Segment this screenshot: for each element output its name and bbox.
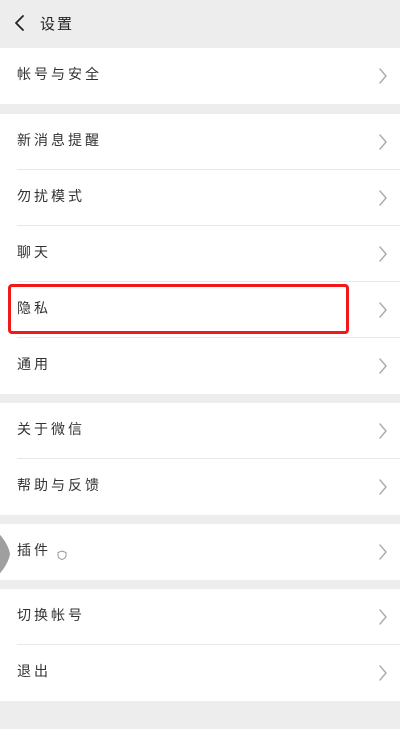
settings-item-label: 新消息提醒 xyxy=(17,133,102,149)
settings-item-logout[interactable]: 退出 xyxy=(0,645,400,701)
chevron-right-icon xyxy=(378,664,388,682)
settings-item-chat[interactable]: 聊天 xyxy=(0,226,400,282)
settings-item-do-not-disturb[interactable]: 勿扰模式 xyxy=(0,170,400,226)
chevron-right-icon xyxy=(378,543,388,561)
settings-item-about-wechat[interactable]: 关于微信 xyxy=(0,403,400,459)
chevron-right-icon xyxy=(378,245,388,263)
chevron-right-icon xyxy=(378,189,388,207)
edge-swipe-handle[interactable] xyxy=(0,522,16,586)
chevron-right-icon xyxy=(378,422,388,440)
settings-item-switch-account[interactable]: 切换帐号 xyxy=(0,589,400,645)
plugin-shield-icon xyxy=(57,546,67,561)
settings-item-label: 退出 xyxy=(17,664,51,680)
chevron-right-icon xyxy=(378,301,388,319)
settings-item-help-feedback[interactable]: 帮助与反馈 xyxy=(0,459,400,515)
settings-item-label: 勿扰模式 xyxy=(17,189,85,205)
privacy-highlight-box xyxy=(8,284,349,334)
chevron-right-icon xyxy=(378,133,388,151)
settings-item-label: 帮助与反馈 xyxy=(17,478,102,494)
chevron-right-icon xyxy=(378,67,388,85)
settings-item-label: 关于微信 xyxy=(17,422,85,438)
back-chevron-icon[interactable] xyxy=(11,13,31,33)
settings-item-general[interactable]: 通用 xyxy=(0,338,400,394)
settings-item-label: 插件 xyxy=(17,541,67,561)
settings-item-new-message-alerts[interactable]: 新消息提醒 xyxy=(0,114,400,170)
header: 设置 xyxy=(0,0,400,46)
settings-item-account-security[interactable]: 帐号与安全 xyxy=(0,48,400,104)
chevron-right-icon xyxy=(378,608,388,626)
settings-item-label: 通用 xyxy=(17,357,51,373)
settings-item-label: 切换帐号 xyxy=(17,608,85,624)
chevron-right-icon xyxy=(378,478,388,496)
plugins-label: 插件 xyxy=(17,543,51,559)
settings-item-label: 帐号与安全 xyxy=(17,67,102,83)
settings-item-label: 聊天 xyxy=(17,245,51,261)
page-title: 设置 xyxy=(40,15,75,33)
chevron-right-icon xyxy=(378,357,388,375)
settings-item-plugins[interactable]: 插件 xyxy=(0,524,400,580)
